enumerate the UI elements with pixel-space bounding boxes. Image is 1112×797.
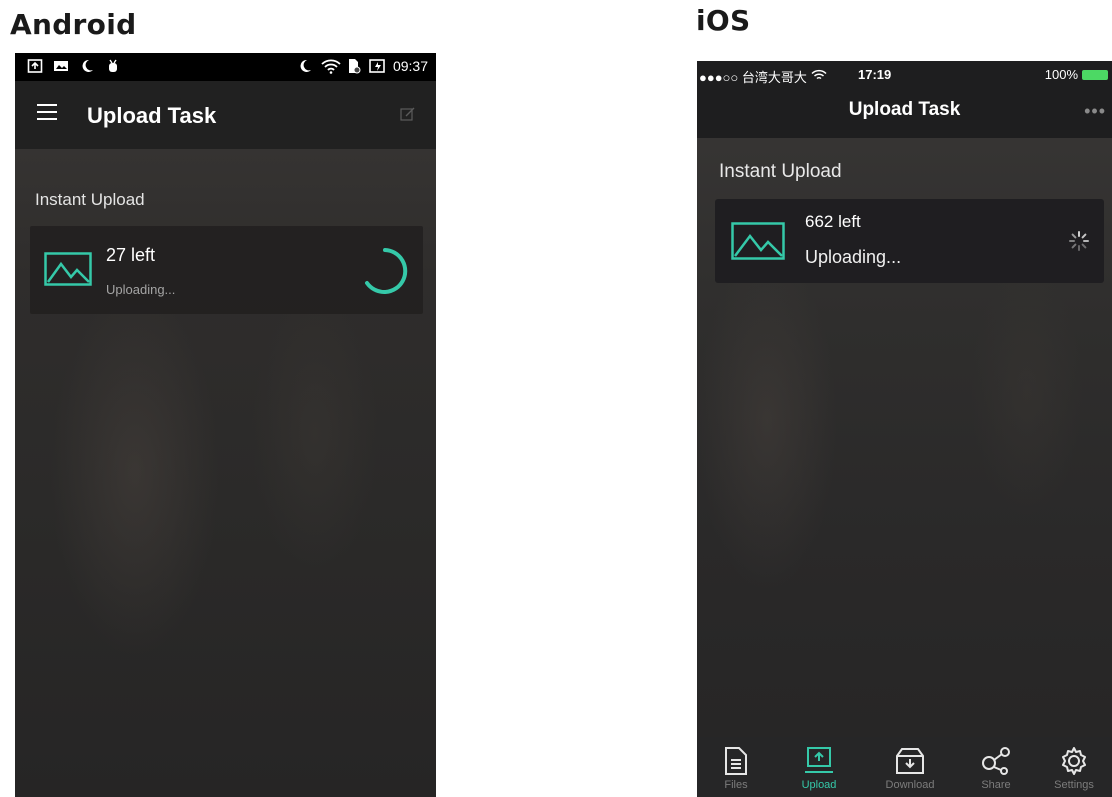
- tab-label: Upload: [801, 779, 837, 791]
- ios-status-bar: ●●●○○ 台湾大哥大 17:19 100%: [697, 61, 1112, 87]
- wifi-icon: [811, 69, 827, 84]
- activity-indicator-icon: [1068, 230, 1090, 257]
- ios-upload-status: Uploading...: [805, 247, 902, 267]
- ios-battery-percent: 100%: [1044, 67, 1078, 82]
- android-screen: 09:37 Upload Task Instant Upload 27 left…: [15, 53, 436, 797]
- battery-icon: [1082, 69, 1108, 80]
- android-app-bar: Upload Task: [15, 81, 436, 149]
- image-icon: [44, 252, 92, 291]
- do-not-disturb-icon: [297, 58, 313, 74]
- more-options-icon[interactable]: •••: [1084, 101, 1106, 122]
- android-clock: 09:37: [392, 58, 428, 74]
- ios-remaining-count: 662 left: [805, 212, 861, 231]
- tab-download[interactable]: Download: [872, 737, 948, 797]
- image-icon: [731, 222, 785, 265]
- android-platform-title: Android: [10, 8, 137, 41]
- ios-section-title: Instant Upload: [719, 161, 842, 182]
- progress-spinner-icon: [359, 245, 411, 302]
- sim-card-icon: [345, 58, 361, 74]
- tab-label: Share: [981, 779, 1011, 791]
- android-status-bar: 09:37: [15, 53, 436, 81]
- android-remaining-count: 27 left: [106, 245, 156, 265]
- moon-icon: [79, 58, 95, 74]
- download-icon: [872, 746, 948, 776]
- upload-icon: [781, 746, 857, 776]
- settings-icon: [1036, 746, 1112, 776]
- tab-label: Settings: [1054, 779, 1094, 791]
- edit-icon[interactable]: [400, 106, 416, 122]
- tab-label: Download: [885, 779, 935, 791]
- share-icon: [958, 746, 1034, 776]
- ios-page-title: Upload Task: [848, 99, 961, 120]
- battery-charging-icon: [369, 58, 385, 74]
- ios-carrier: ●●●○○ 台湾大哥大: [699, 70, 807, 85]
- android-upload-task-card[interactable]: 27 left Uploading...: [30, 226, 423, 314]
- android-debug-icon: [105, 58, 121, 74]
- wifi-icon: [321, 58, 341, 74]
- hamburger-menu-icon[interactable]: [37, 104, 57, 124]
- ios-upload-task-card[interactable]: 662 left Uploading...: [715, 199, 1104, 283]
- tab-label: Files: [724, 779, 748, 791]
- android-section-title: Instant Upload: [35, 190, 145, 209]
- ios-screen: ●●●○○ 台湾大哥大 17:19 100% Upload Task ••• I…: [697, 61, 1112, 797]
- files-icon: [698, 746, 774, 776]
- ios-platform-title: iOS: [696, 4, 751, 37]
- tab-share[interactable]: Share: [958, 737, 1034, 797]
- tab-settings[interactable]: Settings: [1036, 737, 1112, 797]
- upload-notification-icon: [27, 58, 43, 74]
- android-upload-status: Uploading...: [106, 282, 176, 297]
- ios-tab-bar: Files Upload Download Share Settings: [697, 737, 1112, 797]
- tab-upload[interactable]: Upload: [781, 737, 857, 797]
- ios-header: ●●●○○ 台湾大哥大 17:19 100% Upload Task •••: [697, 61, 1112, 138]
- image-notification-icon: [53, 58, 69, 74]
- android-page-title: Upload Task: [87, 103, 217, 128]
- ios-clock: 17:19: [858, 67, 892, 82]
- tab-files[interactable]: Files: [698, 737, 774, 797]
